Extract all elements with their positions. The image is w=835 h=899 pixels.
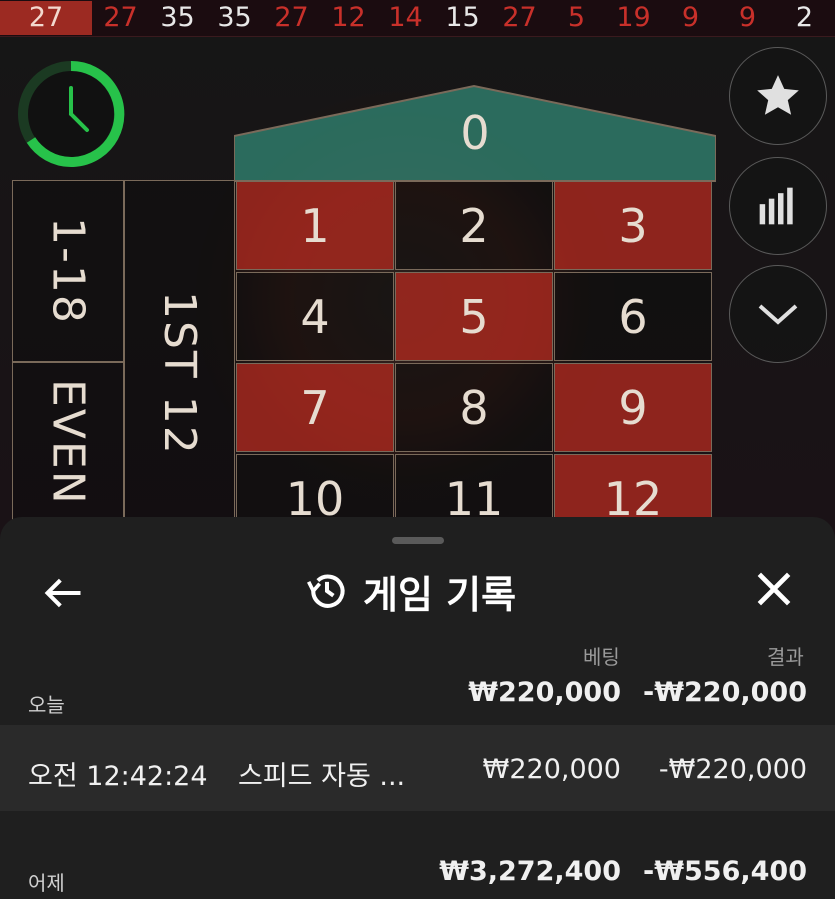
result-history-strip: 27 27 35 35 27 12 14 15 27 5 19 9 9 2	[0, 0, 835, 37]
bet-spot-first-dozen[interactable]: 1ST 12	[124, 180, 235, 532]
close-button[interactable]	[752, 567, 796, 611]
sheet-drag-handle[interactable]	[392, 537, 444, 544]
history-number: 14	[388, 2, 423, 33]
favorite-button[interactable]	[729, 47, 827, 145]
bet-spot-number[interactable]: 6	[554, 272, 712, 361]
arrow-left-icon	[44, 578, 81, 608]
bet-spot-number[interactable]: 4	[236, 272, 394, 361]
history-number: 9	[738, 2, 757, 33]
sheet-header: 게임 기록	[305, 561, 516, 621]
bet-spot-even[interactable]: EVEN	[12, 362, 124, 532]
game-history-sheet: 게임 기록 베팅 결과 오늘 ₩220,000 -₩220,000 오전 12:…	[0, 517, 835, 899]
history-number: 2	[795, 2, 814, 33]
bet-spot-number[interactable]: 3	[554, 181, 712, 270]
bet-spot-zero-label: 0	[460, 106, 490, 160]
history-row-bet: ₩220,000	[482, 754, 621, 785]
bet-spot-number[interactable]: 9	[554, 363, 712, 452]
back-button[interactable]	[42, 571, 86, 615]
sheet-title: 게임 기록	[363, 572, 517, 617]
history-number: 35	[160, 2, 195, 33]
bet-spot-number[interactable]: 7	[236, 363, 394, 452]
star-icon	[757, 75, 799, 115]
bet-spot-1-18-label: 1-18	[42, 217, 94, 325]
history-number: 5	[567, 2, 586, 33]
history-number: 15	[445, 2, 480, 33]
history-number: 27	[502, 2, 537, 33]
history-number: 27	[274, 2, 309, 33]
column-header-result: 결과	[767, 645, 804, 669]
today-result-total: -₩220,000	[643, 677, 807, 708]
history-number: 27	[103, 2, 138, 33]
history-number: 9	[681, 2, 700, 33]
history-row-result: -₩220,000	[658, 754, 807, 785]
bet-spot-number[interactable]: 1	[236, 181, 394, 270]
history-row-time: 오전 12:42:24	[28, 761, 208, 792]
history-row-game: 스피드 자동 ...	[238, 761, 406, 792]
statistics-button[interactable]	[729, 157, 827, 255]
collapse-button[interactable]	[729, 265, 827, 363]
bet-spot-1-18[interactable]: 1-18	[12, 180, 124, 362]
history-number: 19	[616, 2, 651, 33]
yesterday-result-total: -₩556,400	[643, 856, 807, 887]
bet-spot-number[interactable]: 2	[395, 181, 553, 270]
bet-spot-first-dozen-label: 1ST 12	[154, 291, 205, 456]
history-latest-number: 27	[0, 1, 92, 35]
chevron-down-icon	[758, 304, 798, 325]
bar-chart-icon	[759, 187, 793, 225]
history-number: 35	[217, 2, 252, 33]
history-row[interactable]: 오전 12:42:24 스피드 자동 ... ₩220,000 -₩220,00…	[0, 725, 835, 811]
close-icon	[757, 572, 791, 606]
today-bet-total: ₩220,000	[468, 677, 621, 708]
yesterday-bet-total: ₩3,272,400	[439, 856, 621, 887]
bet-spot-even-label: EVEN	[42, 379, 94, 506]
column-header-bet: 베팅	[583, 645, 620, 669]
history-number: 12	[331, 2, 366, 33]
bet-spot-number[interactable]: 8	[395, 363, 553, 452]
roulette-app: 27 27 35 35 27 12 14 15 27 5 19 9 9 2 0 1 2 3 4 5 6 7 8 9 10	[0, 0, 835, 899]
history-icon	[307, 574, 345, 608]
bet-spot-number[interactable]: 5	[395, 272, 553, 361]
group-label-today: 오늘	[28, 693, 65, 717]
group-label-yesterday: 어제	[28, 871, 65, 895]
bet-spot-zero[interactable]: 0	[234, 84, 716, 182]
timer-icon	[15, 58, 127, 170]
